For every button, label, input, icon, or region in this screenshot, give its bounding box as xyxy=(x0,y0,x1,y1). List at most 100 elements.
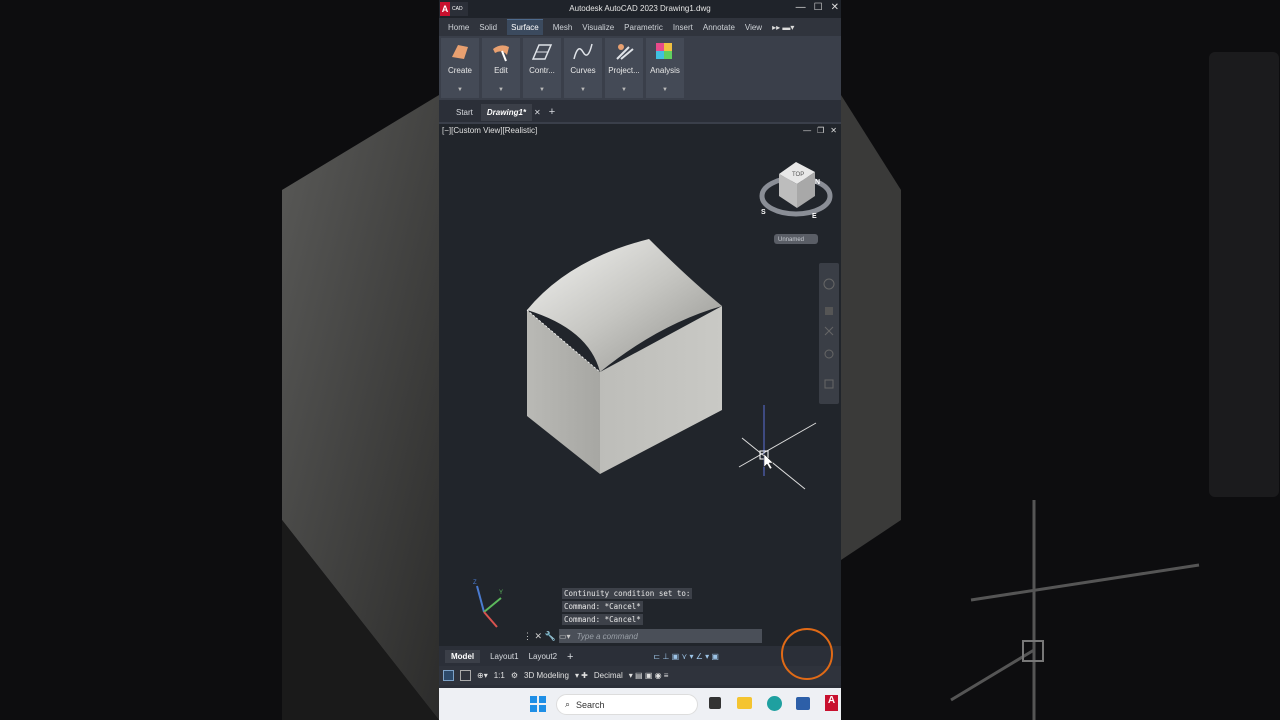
command-input[interactable]: Type a command xyxy=(577,632,638,641)
compass-s: S xyxy=(761,209,766,216)
tab-solid[interactable]: Solid xyxy=(479,23,497,32)
project-geometry-icon xyxy=(616,44,634,60)
maximize-button[interactable]: ☐ xyxy=(814,2,823,13)
workspace-switcher[interactable]: 3D Modeling xyxy=(524,671,569,680)
search-label: Search xyxy=(576,699,605,710)
pan-icon[interactable] xyxy=(825,307,833,315)
tab-view[interactable]: View xyxy=(745,23,762,32)
panel-control-vertices[interactable]: Contr... ▼ xyxy=(523,38,561,98)
drawing-viewport[interactable]: [−][Custom View][Realistic] — ❐ ✕ TOP N … xyxy=(439,124,841,646)
add-layout-button[interactable]: + xyxy=(567,651,573,663)
tab-start[interactable]: Start xyxy=(456,108,473,117)
minimize-button[interactable]: — xyxy=(796,2,806,13)
tab-parametric[interactable]: Parametric xyxy=(624,23,663,32)
command-history-line: Command: *Cancel* xyxy=(562,614,643,625)
gear-icon[interactable]: ⚙ xyxy=(511,671,518,680)
blurred-box-right xyxy=(841,52,1279,720)
title-bar: A CAD Autodesk AutoCAD 2023 Drawing1.dwg… xyxy=(439,0,841,18)
tab-drawing1[interactable]: Drawing1* xyxy=(480,103,533,121)
status-bar: ⊕▾ 1:1 ⚙ 3D Modeling ▾ ✚ Decimal ▾ ▤ ▣ ◉… xyxy=(439,666,841,685)
chevron-down-icon[interactable]: ▼ xyxy=(580,87,586,93)
tab-insert[interactable]: Insert xyxy=(673,23,693,32)
windows-start-icon[interactable] xyxy=(530,696,546,712)
tab-model[interactable]: Model xyxy=(445,650,481,663)
snap-tools-icon[interactable]: ⊏ ⊥ ▣ ⋎ ▾ ∠ ▾ ▣ xyxy=(653,652,718,661)
background-right xyxy=(841,0,1280,720)
tab-mesh[interactable]: Mesh xyxy=(553,23,573,32)
chevron-down-icon[interactable]: ▼ xyxy=(539,87,545,93)
panel-project-geometry[interactable]: Project... ▼ xyxy=(605,38,643,98)
autocad-taskbar-icon[interactable]: A xyxy=(825,695,838,711)
ribbon-tabs: Home Solid Surface Mesh Visualize Parame… xyxy=(439,18,841,36)
surface-box-model[interactable] xyxy=(526,239,722,474)
windows-taskbar: ⌕ Search A xyxy=(439,688,841,720)
command-prompt-icon[interactable]: ▭▾ xyxy=(559,632,571,641)
ucs-icon: Z Y xyxy=(473,580,503,628)
compass-e: E xyxy=(812,213,817,220)
tab-layout2[interactable]: Layout2 xyxy=(529,652,557,661)
chevron-down-icon[interactable]: ▼ xyxy=(498,87,504,93)
grid-icon[interactable] xyxy=(460,670,471,681)
command-history-line: Command: *Cancel* xyxy=(562,601,643,612)
command-close-icon[interactable]: ⋮ ✕ 🔧 xyxy=(523,631,556,642)
units-select[interactable]: Decimal xyxy=(594,671,623,680)
command-history-line: Continuity condition set to: xyxy=(562,588,693,599)
window-controls: — ☐ ✕ xyxy=(796,2,839,13)
chevron-down-icon[interactable]: ▾ ✚ xyxy=(575,671,588,680)
edge-browser-icon[interactable] xyxy=(767,696,782,711)
tab-surface[interactable]: Surface xyxy=(507,19,543,35)
edit-surface-icon xyxy=(493,45,509,62)
chevron-down-icon[interactable]: ▼ xyxy=(662,87,668,93)
store-icon[interactable] xyxy=(796,697,810,710)
panel-label: Create xyxy=(447,66,472,75)
close-button[interactable]: ✕ xyxy=(831,2,839,13)
compass-n: N xyxy=(815,179,820,186)
panel-label: Project... xyxy=(608,66,640,75)
channel-watermark-logo xyxy=(781,628,833,680)
chevron-down-icon[interactable]: ▼ xyxy=(457,87,463,93)
osnap-icon[interactable]: ⊕▾ xyxy=(477,671,488,680)
panel-label: Analysis xyxy=(650,66,680,75)
viewcube-top-label: TOP xyxy=(792,172,804,178)
panel-label: Edit xyxy=(494,66,508,75)
panel-analysis[interactable]: Analysis ▼ xyxy=(646,38,684,98)
blurred-box-left xyxy=(282,95,439,720)
panel-create[interactable]: Create ▼ xyxy=(441,38,479,98)
ribbon: Create ▼ Edit ▼ Contr... ▼ Curves ▼ Proj… xyxy=(439,36,841,100)
tab-layout1[interactable]: Layout1 xyxy=(490,652,518,661)
svg-text:Y: Y xyxy=(499,590,503,596)
tab-visualize[interactable]: Visualize xyxy=(582,23,614,32)
new-tab-button[interactable]: + xyxy=(549,106,555,118)
command-line[interactable]: ▭▾ Type a command xyxy=(559,629,762,643)
control-vertices-icon xyxy=(531,44,553,60)
task-view-icon[interactable] xyxy=(709,697,721,709)
create-surface-icon xyxy=(452,45,468,59)
file-explorer-icon[interactable] xyxy=(737,697,752,709)
autocad-window: A CAD Autodesk AutoCAD 2023 Drawing1.dwg… xyxy=(439,0,841,720)
search-icon: ⌕ xyxy=(565,699,571,709)
model-space-icon[interactable] xyxy=(443,670,454,681)
model-canvas: TOP N S E Unnamed Z Y xyxy=(473,162,839,628)
panel-label: Curves xyxy=(570,66,596,75)
more-tabs-icon[interactable]: ▸▸ ▬▾ xyxy=(772,23,794,32)
window-title: Autodesk AutoCAD 2023 Drawing1.dwg xyxy=(569,4,711,13)
curves-icon xyxy=(573,43,593,60)
background-left xyxy=(0,0,439,720)
viewcube-ucs-label: Unnamed xyxy=(778,237,804,243)
viewcube[interactable]: TOP N S E xyxy=(759,162,833,220)
file-tabs: Start Drawing1* ✕ + xyxy=(439,102,841,124)
close-icon[interactable]: ✕ xyxy=(534,108,541,117)
tab-home[interactable]: Home xyxy=(448,23,469,32)
crosshair-cursor xyxy=(738,405,817,490)
panel-label: Contr... xyxy=(529,66,555,75)
svg-text:Z: Z xyxy=(473,580,477,586)
tab-annotate[interactable]: Annotate xyxy=(703,23,735,32)
panel-curves[interactable]: Curves ▼ xyxy=(564,38,602,98)
analysis-icon xyxy=(656,43,672,59)
navigation-bar[interactable] xyxy=(819,263,839,404)
annotation-scale[interactable]: 1:1 xyxy=(494,671,505,680)
chevron-down-icon[interactable]: ▼ xyxy=(621,87,627,93)
chevron-down-icon[interactable]: ▾ ▤ ▣ ◉ ≡ xyxy=(629,671,669,680)
taskbar-search[interactable]: ⌕ Search xyxy=(556,694,698,715)
panel-edit[interactable]: Edit ▼ xyxy=(482,38,520,98)
